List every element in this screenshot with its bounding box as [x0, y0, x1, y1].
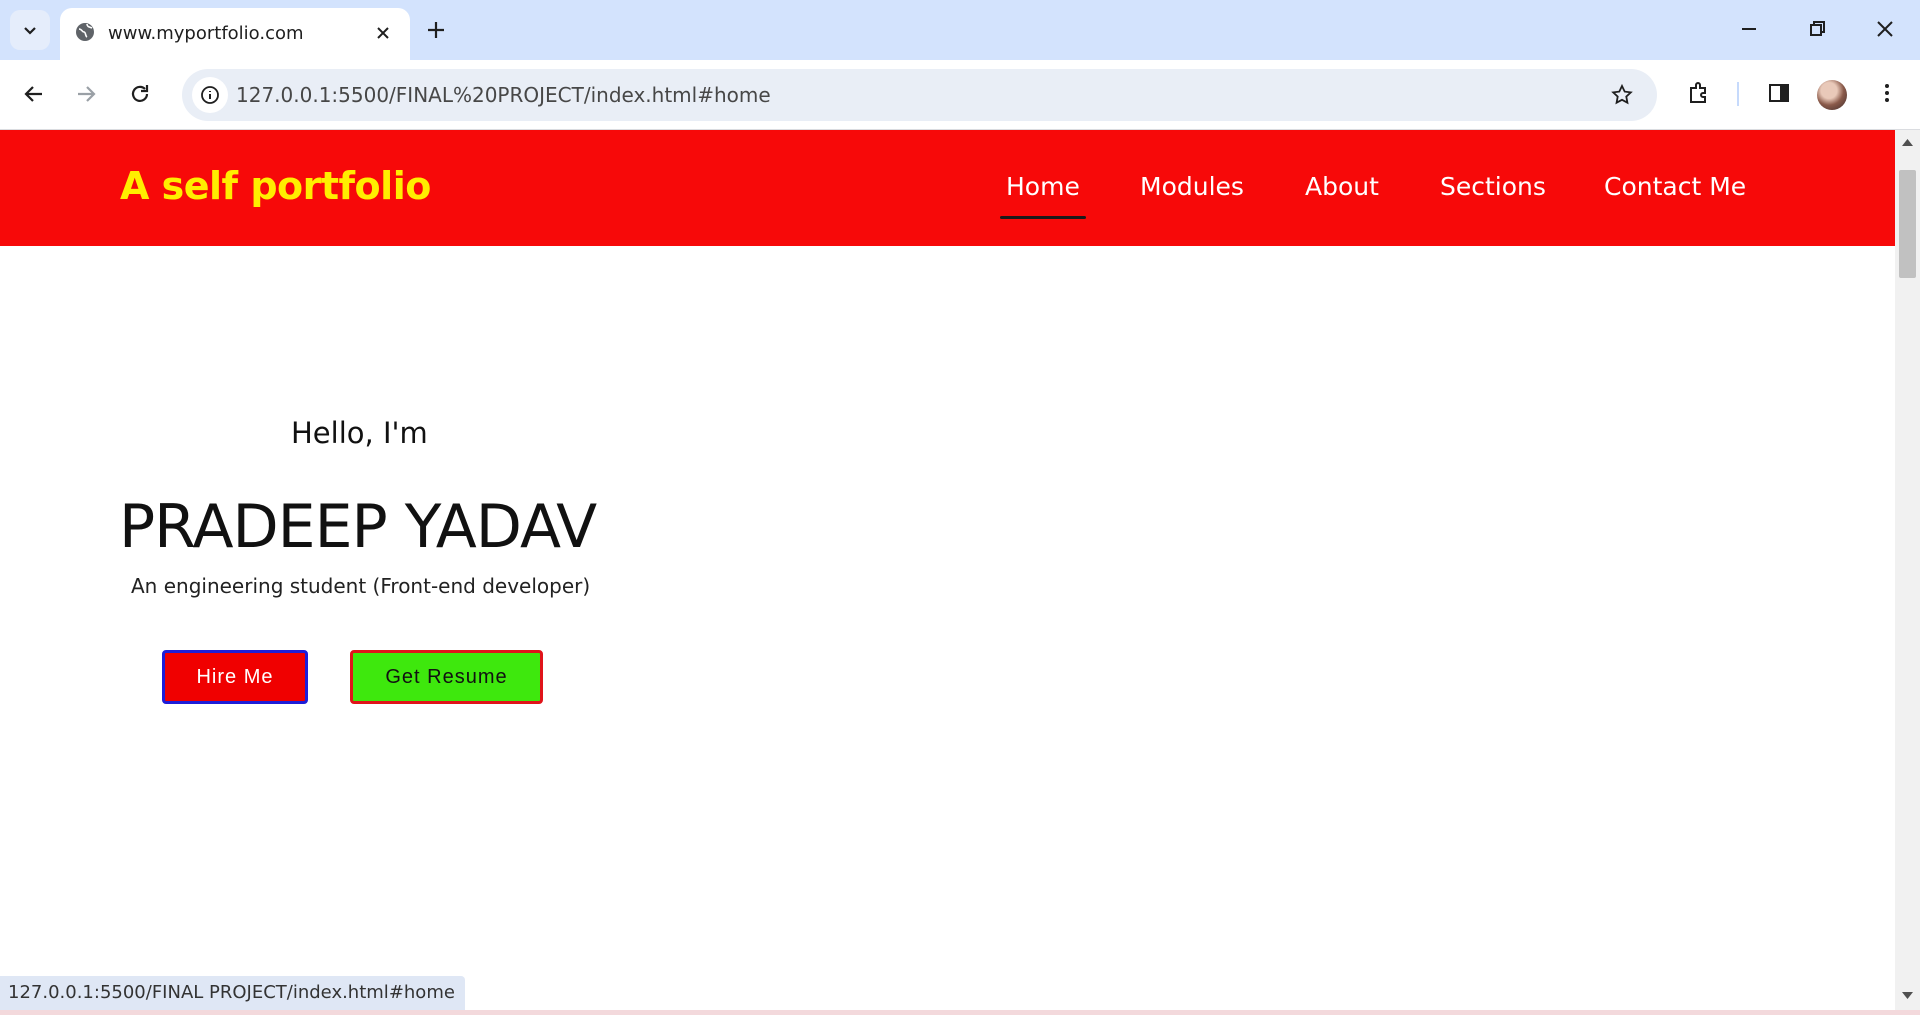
nav-about[interactable]: About [1305, 172, 1379, 201]
side-panel-icon[interactable] [1766, 80, 1792, 106]
scroll-down-icon[interactable] [1902, 992, 1913, 1000]
site-info-button[interactable] [192, 77, 228, 113]
scroll-up-icon[interactable] [1902, 138, 1913, 146]
status-bubble: 127.0.0.1:5500/FINAL PROJECT/index.html#… [0, 976, 465, 1010]
restore-icon[interactable] [1806, 18, 1828, 40]
close-icon[interactable] [372, 22, 394, 44]
globe-icon [76, 23, 94, 41]
hero-tagline: An engineering student (Front-end develo… [131, 574, 591, 598]
back-icon[interactable] [22, 82, 46, 106]
forward-icon[interactable] [74, 82, 98, 106]
site-header: A self portfolio Home Modules About Sect… [0, 130, 1895, 246]
nav-home[interactable]: Home [1000, 172, 1086, 219]
site-info-icon [201, 86, 219, 104]
tab-strip: www.myportfolio.com [0, 0, 1920, 60]
page-viewport: A self portfolio Home Modules About Sect… [0, 130, 1895, 1010]
extensions-icon[interactable] [1686, 80, 1712, 106]
avatar[interactable] [1817, 80, 1847, 110]
hero-name: PRADEEP YADAV [119, 492, 597, 562]
window-bottom-edge [0, 1010, 1920, 1015]
chevron-down-icon [24, 27, 36, 35]
reload-icon[interactable] [128, 82, 152, 106]
star-icon[interactable] [1610, 83, 1634, 107]
tab-search-button[interactable] [10, 10, 50, 50]
hire-me-button[interactable]: Hire Me [162, 650, 308, 704]
main-nav: Home Modules About Sections Contact Me [0, 172, 1895, 219]
url-text[interactable]: 127.0.0.1:5500/FINAL%20PROJECT/index.htm… [236, 83, 771, 107]
kebab-menu-icon[interactable] [1874, 80, 1900, 106]
tab-title: www.myportfolio.com [108, 23, 304, 44]
nav-contact-me[interactable]: Contact Me [1604, 172, 1746, 201]
browser-toolbar: 127.0.0.1:5500/FINAL%20PROJECT/index.htm… [0, 60, 1920, 130]
get-resume-button[interactable]: Get Resume [350, 650, 543, 704]
nav-modules[interactable]: Modules [1140, 172, 1244, 201]
browser-tab[interactable]: www.myportfolio.com [60, 8, 410, 60]
minimize-icon[interactable] [1738, 18, 1760, 40]
window-close-icon[interactable] [1874, 18, 1896, 40]
hero-greeting: Hello, I'm [291, 416, 428, 450]
plus-icon[interactable] [424, 18, 448, 42]
toolbar-divider [1737, 82, 1739, 106]
nav-sections[interactable]: Sections [1440, 172, 1546, 201]
address-bar[interactable]: 127.0.0.1:5500/FINAL%20PROJECT/index.htm… [182, 69, 1657, 121]
vertical-scrollbar[interactable] [1895, 130, 1920, 1010]
scrollbar-thumb[interactable] [1899, 170, 1916, 278]
